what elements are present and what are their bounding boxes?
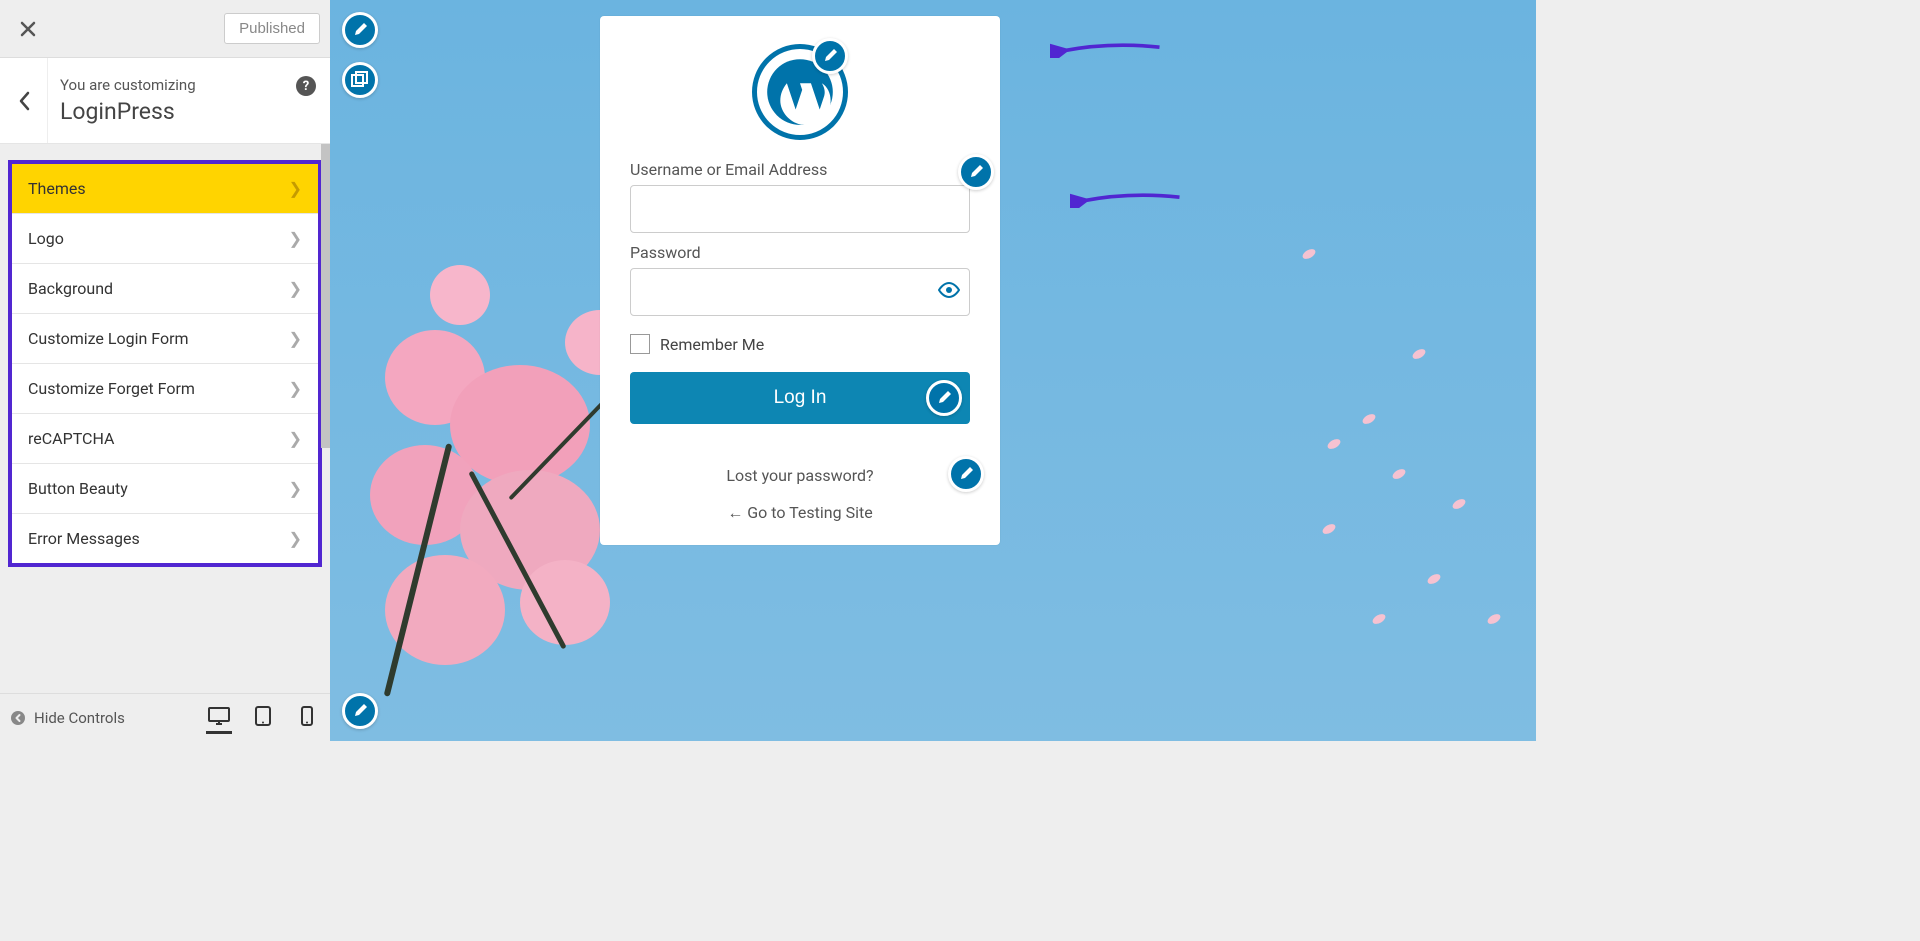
settings-menu-list: Themes ❯ Logo ❯ Background ❯ Customize L…	[8, 160, 322, 567]
sidebar-footer: Hide Controls	[0, 693, 330, 741]
menu-item-logo[interactable]: Logo ❯	[12, 214, 318, 264]
menu-item-error-messages[interactable]: Error Messages ❯	[12, 514, 318, 563]
login-button[interactable]: Log In	[630, 372, 970, 424]
petal-decoration	[1321, 522, 1337, 536]
annotation-arrow	[1050, 40, 1170, 58]
device-desktop-button[interactable]	[206, 702, 232, 734]
brush-tool-button[interactable]	[342, 12, 378, 48]
annotation-arrow	[1070, 190, 1190, 208]
password-input[interactable]	[630, 268, 970, 316]
lost-password-link[interactable]: Lost your password?	[630, 466, 970, 485]
flower-decoration	[430, 265, 490, 325]
menu-item-background[interactable]: Background ❯	[12, 264, 318, 314]
login-button-row: Log In	[630, 372, 970, 424]
flower-decoration	[520, 560, 610, 645]
hide-controls-button[interactable]: Hide Controls	[10, 709, 125, 727]
menu-item-customize-forget-form[interactable]: Customize Forget Form ❯	[12, 364, 318, 414]
brush-icon	[352, 22, 368, 38]
chevron-right-icon: ❯	[289, 429, 302, 448]
mobile-icon	[301, 706, 313, 726]
menu-item-button-beauty[interactable]: Button Beauty ❯	[12, 464, 318, 514]
chevron-left-icon	[17, 90, 31, 112]
hide-controls-label: Hide Controls	[34, 709, 125, 727]
edit-bottom-button[interactable]	[342, 693, 378, 729]
pencil-icon	[958, 466, 974, 482]
edit-username-label-button[interactable]	[958, 154, 994, 190]
chevron-right-icon: ❯	[289, 279, 302, 298]
pencil-icon	[968, 164, 984, 180]
menu-item-label: reCAPTCHA	[28, 429, 114, 448]
preview-tools	[342, 12, 378, 98]
device-mobile-button[interactable]	[294, 702, 320, 734]
logo-wrap	[630, 44, 970, 140]
menu-item-label: Themes	[28, 179, 86, 198]
pencil-icon	[352, 703, 368, 719]
password-label: Password	[630, 243, 970, 262]
flower-decoration	[385, 555, 505, 665]
petal-decoration	[1411, 347, 1427, 361]
username-label-row: Username or Email Address	[630, 160, 970, 179]
templates-icon	[351, 71, 369, 89]
chevron-right-icon: ❯	[289, 479, 302, 498]
menu-item-label: Button Beauty	[28, 479, 128, 498]
username-input[interactable]	[630, 185, 970, 233]
chevron-right-icon: ❯	[289, 179, 302, 198]
menu-item-label: Customize Forget Form	[28, 379, 195, 398]
remember-me-row: Remember Me	[630, 334, 970, 354]
close-icon	[20, 21, 36, 37]
menu-item-customize-login-form[interactable]: Customize Login Form ❯	[12, 314, 318, 364]
chevron-right-icon: ❯	[289, 379, 302, 398]
customizer-sidebar: Published You are customizing LoginPress…	[0, 0, 330, 741]
bottom-links: Lost your password? ← Go to Testing Site	[630, 466, 970, 523]
sidebar-header: You are customizing LoginPress ?	[0, 58, 330, 144]
panel-title: LoginPress	[60, 98, 312, 125]
collapse-left-icon	[10, 710, 26, 726]
device-tablet-button[interactable]	[250, 702, 276, 734]
chevron-right-icon: ❯	[289, 229, 302, 248]
edit-lost-password-button[interactable]	[948, 456, 984, 492]
password-input-wrap	[630, 268, 970, 316]
show-password-button[interactable]	[938, 282, 960, 302]
menu-item-label: Logo	[28, 229, 64, 248]
edit-login-button[interactable]	[926, 380, 962, 416]
desktop-icon	[208, 707, 230, 725]
customizing-label: You are customizing	[60, 76, 312, 94]
login-form-card: Username or Email Address Password Remem…	[600, 16, 1000, 545]
preview-area: Username or Email Address Password Remem…	[330, 0, 1536, 741]
edit-logo-button[interactable]	[812, 38, 848, 74]
menu-item-label: Background	[28, 279, 113, 298]
petal-decoration	[1326, 437, 1342, 451]
chevron-right-icon: ❯	[289, 329, 302, 348]
petal-decoration	[1301, 247, 1317, 261]
publish-status-button[interactable]: Published	[224, 13, 320, 44]
close-customizer-button[interactable]	[10, 11, 46, 47]
petal-decoration	[1361, 412, 1377, 426]
menu-item-themes[interactable]: Themes ❯	[12, 164, 318, 214]
petal-decoration	[1371, 612, 1387, 626]
tablet-icon	[255, 706, 271, 726]
help-button[interactable]: ?	[296, 76, 316, 96]
chevron-right-icon: ❯	[289, 529, 302, 548]
petal-decoration	[1391, 467, 1407, 481]
petal-decoration	[1426, 572, 1442, 586]
remember-me-label: Remember Me	[660, 335, 764, 354]
username-label: Username or Email Address	[630, 160, 970, 179]
templates-tool-button[interactable]	[342, 62, 378, 98]
back-button[interactable]	[0, 58, 48, 143]
menu-item-label: Customize Login Form	[28, 329, 189, 348]
petal-decoration	[1451, 497, 1467, 511]
menu-item-label: Error Messages	[28, 529, 140, 548]
pencil-icon	[822, 48, 838, 64]
pencil-icon	[936, 390, 952, 406]
sidebar-top-bar: Published	[0, 0, 330, 58]
menu-item-recaptcha[interactable]: reCAPTCHA ❯	[12, 414, 318, 464]
device-preview-buttons	[206, 702, 320, 734]
eye-icon	[938, 282, 960, 298]
remember-me-checkbox[interactable]	[630, 334, 650, 354]
petal-decoration	[1486, 612, 1502, 626]
goto-site-link[interactable]: ← Go to Testing Site	[630, 503, 970, 523]
